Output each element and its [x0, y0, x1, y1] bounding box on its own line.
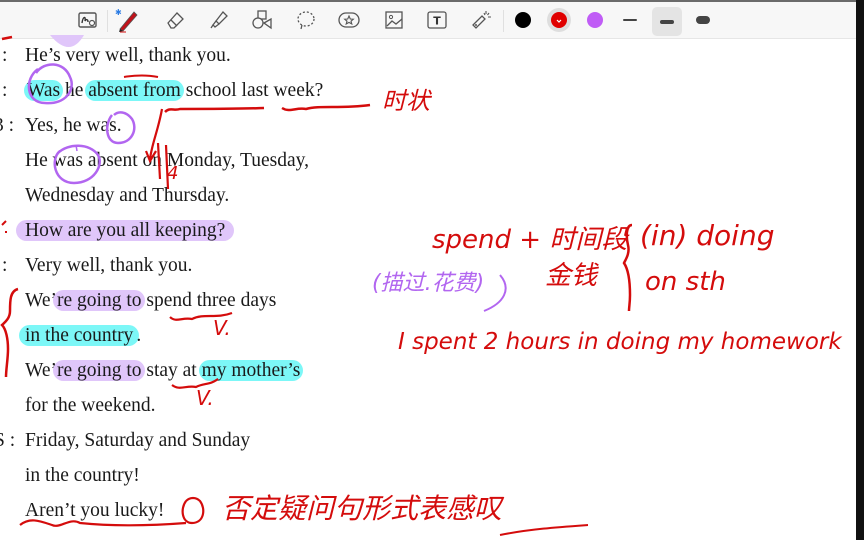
speaker-label: : [2, 80, 8, 101]
handwritten-bottom-note: 否定疑问句形式表感叹 [222, 492, 503, 525]
stroke-medium-button[interactable] [652, 7, 682, 36]
dialogue-line: We’re going to stay at my mother’s [25, 359, 304, 383]
shapes-tool-button[interactable] [249, 7, 275, 33]
cyan-highlight: absent from [85, 80, 184, 101]
stroke-thick-button[interactable] [690, 7, 716, 33]
text-box-icon: T [427, 11, 447, 29]
thick-line-icon [696, 16, 710, 24]
color-purple-swatch[interactable] [587, 12, 603, 28]
handwritten-money: 金钱 [545, 261, 598, 291]
cyan-highlight: my mother’s [198, 360, 304, 381]
sticker-tool-button[interactable] [336, 7, 362, 33]
speaker-label: 3 : [0, 115, 15, 136]
dialogue-line: Wednesday and Thursday. [25, 185, 230, 206]
laser-pointer-button[interactable] [468, 7, 494, 33]
bluetooth-icon: ✱ [115, 8, 122, 17]
image-tool-button[interactable] [381, 7, 407, 33]
stroke-thin-button[interactable] [617, 7, 643, 33]
color-black-swatch[interactable] [515, 12, 531, 28]
red-brace [0, 287, 19, 378]
toolbar-divider [503, 10, 504, 32]
speaker-label: : [2, 45, 8, 66]
purple-highlight: How are you all keeping? [16, 220, 235, 241]
text-tool-button[interactable]: T [424, 7, 450, 33]
dialogue-line: Aren’t you lucky! [25, 500, 165, 521]
purple-arc [483, 274, 507, 312]
handwritten-in-doing: (in) doing [640, 219, 775, 252]
image-icon [385, 11, 403, 29]
handwriting-zoom-icon [78, 12, 97, 28]
dialogue-line: Was he absent from school last week? [24, 79, 323, 103]
handwritten-spend-formula: spend + 时间段 [432, 225, 628, 255]
handwriting-view-button[interactable] [75, 7, 101, 33]
sticker-icon [338, 12, 360, 28]
dialogue-line: We’re going to spend three days [25, 290, 277, 311]
handwritten-number: 4 [167, 163, 179, 184]
handwritten-purple-note: (描过.花费) [372, 271, 485, 296]
document-page: : : 3 : : S : He’s very well, thank you.… [0, 35, 856, 540]
shapes-icon [252, 10, 272, 30]
color-red-swatch[interactable] [551, 12, 567, 28]
thin-line-icon [623, 19, 637, 21]
speaker-label: S : [0, 430, 16, 451]
lasso-tool-button[interactable] [293, 7, 319, 33]
cyan-highlight: Was [24, 80, 64, 101]
red-underline [281, 103, 371, 112]
cyan-highlight: in the country [19, 325, 140, 346]
check-mark: V. [196, 386, 214, 410]
laser-pointer-icon [472, 11, 491, 29]
dialogue-line: in the country. [19, 324, 141, 348]
pen-tool-button[interactable]: ✱ [114, 7, 140, 33]
red-underline [123, 74, 159, 78]
dialogue-line: for the weekend. [25, 395, 156, 416]
purple-highlight: re going to [53, 290, 146, 311]
svg-text:T: T [433, 15, 441, 28]
dialogue-line: How are you all keeping? [16, 219, 235, 243]
speaker-label: : [2, 255, 8, 276]
highlighter-tool-button[interactable] [206, 7, 232, 33]
dialogue-line: Very well, thank you. [25, 255, 193, 276]
eraser-tool-button[interactable] [162, 7, 188, 33]
handwritten-note-tense: 时状 [382, 87, 430, 115]
red-underline [164, 106, 265, 113]
handwritten-on-sth: on sth [645, 267, 726, 297]
dialogue-line: Yes, he was. [25, 115, 122, 136]
purple-highlight: re going to [53, 360, 146, 381]
highlighter-icon [210, 11, 228, 29]
medium-line-icon [660, 19, 674, 24]
dialogue-line: in the country! [25, 465, 140, 486]
window-edge [856, 0, 864, 540]
red-bracket [1, 220, 7, 233]
lasso-icon [297, 11, 315, 30]
check-mark: V. [213, 316, 231, 340]
pen-icon: ✱ [115, 8, 138, 33]
handwritten-example-sentence: I spent 2 hours in doing my homework [398, 329, 842, 355]
red-underline [499, 524, 589, 536]
eraser-icon [167, 12, 184, 29]
dialogue-line: He’s very well, thank you. [25, 45, 231, 66]
annotation-toolbar: ✱ T [0, 2, 856, 39]
dialogue-line: Friday, Saturday and Sunday [25, 430, 251, 451]
chevron-down-icon [556, 19, 562, 23]
toolbar-divider [107, 10, 108, 32]
red-circle [181, 496, 205, 525]
